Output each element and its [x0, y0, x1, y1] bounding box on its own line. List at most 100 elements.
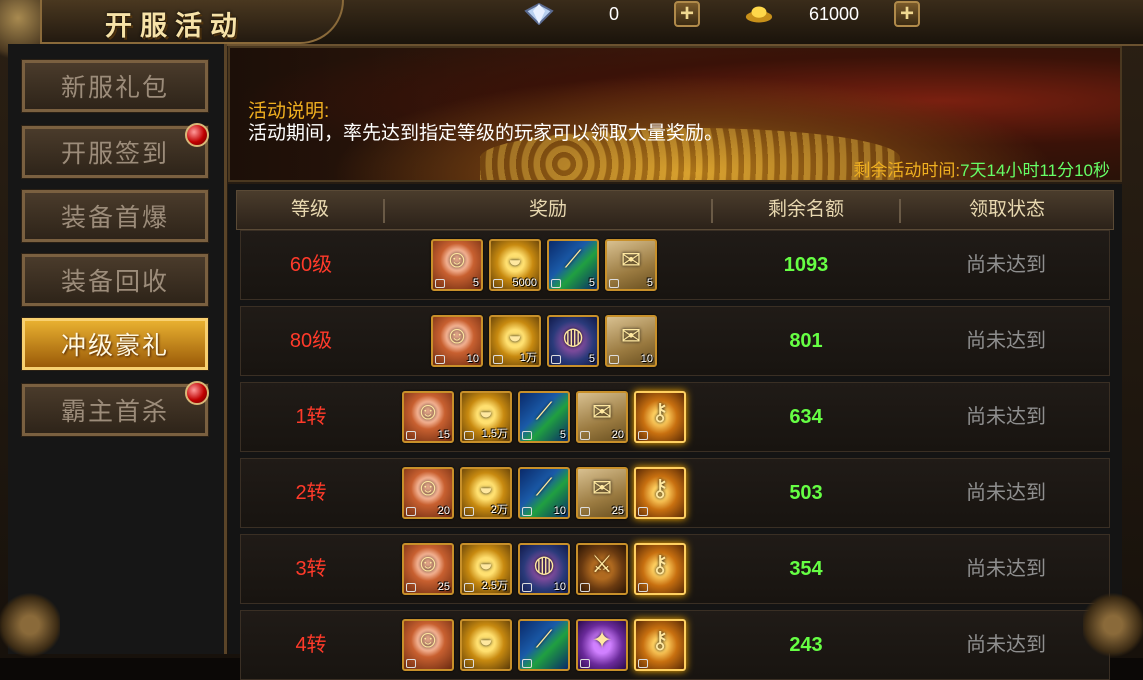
- lock-icon: [551, 279, 561, 288]
- table-row: 80级 ☺ 10 ◒ 1万 ◍ 5 ✉ 10 801 尚未达到: [240, 306, 1110, 376]
- lock-icon: [406, 659, 416, 668]
- reward-item[interactable]: ⚔: [576, 543, 628, 595]
- sidebar-item-first-drop[interactable]: 装备首爆: [21, 189, 209, 243]
- reward-item[interactable]: ◍ 10: [518, 543, 570, 595]
- reward-item[interactable]: ⟋ 10: [518, 467, 570, 519]
- row-remaining-count: 1093: [783, 254, 829, 276]
- reward-item[interactable]: ⚷: [634, 543, 686, 595]
- gold-ingot-icon: ◒: [478, 626, 494, 653]
- reward-item[interactable]: ☺ 5: [431, 239, 483, 291]
- diamond-icon: [524, 2, 554, 26]
- reward-item[interactable]: ⚷: [634, 467, 686, 519]
- reward-item[interactable]: ◍ 5: [547, 315, 599, 367]
- reward-quantity: 1.5万: [481, 428, 508, 440]
- gold-currency: 61000 +: [744, 0, 920, 28]
- row-claim-status[interactable]: 尚未达到: [901, 307, 1111, 375]
- lock-icon: [638, 431, 648, 440]
- reward-item[interactable]: ☺ 25: [402, 543, 454, 595]
- row-claim-status[interactable]: 尚未达到: [901, 611, 1111, 679]
- reward-item[interactable]: ☺ 20: [402, 467, 454, 519]
- row-level: 2转: [295, 482, 327, 504]
- reward-item[interactable]: ◒: [460, 619, 512, 671]
- row-remaining-count: 243: [789, 634, 823, 656]
- row-claim-status[interactable]: 尚未达到: [901, 383, 1111, 451]
- reward-item[interactable]: ◒ 2万: [460, 467, 512, 519]
- reward-item[interactable]: ✉ 10: [605, 315, 657, 367]
- sidebar-item-label: 装备首爆: [60, 204, 169, 232]
- lock-icon: [435, 279, 445, 288]
- reward-item[interactable]: ☺ 15: [402, 391, 454, 443]
- table-row: 4转 ☺ ◒ ⟋ ✦ ⚷ 243 尚未达到: [240, 610, 1110, 680]
- row-level: 80级: [289, 330, 333, 352]
- reward-item[interactable]: ⟋ 5: [518, 391, 570, 443]
- reward-item[interactable]: ◒ 2.5万: [460, 543, 512, 595]
- lock-icon: [493, 279, 503, 288]
- timer-value: 7天14小时11分10秒: [960, 161, 1110, 180]
- header-remaining: 剩余名额: [767, 199, 844, 220]
- add-gold-button[interactable]: +: [894, 1, 920, 27]
- lock-icon: [464, 507, 474, 516]
- header-level: 等级: [290, 199, 329, 220]
- reward-list: ☺ ◒ ⟋ ✦ ⚷: [402, 619, 686, 671]
- reward-quantity: 5: [472, 277, 479, 289]
- reward-quantity: 2.5万: [481, 580, 508, 592]
- activity-timer: 剩余活动时间:7天14小时11分10秒: [853, 156, 1110, 180]
- reward-quantity: 10: [553, 505, 566, 517]
- reward-quantity: 5: [646, 277, 653, 289]
- green-scroll-icon: ⟋: [535, 626, 553, 653]
- lock-icon: [522, 431, 532, 440]
- table-row: 3转 ☺ 25 ◒ 2.5万 ◍ 10 ⚔ ⚷ 354 尚未达到: [240, 534, 1110, 604]
- row-remaining-count: 801: [789, 330, 823, 352]
- reward-quantity: 25: [437, 581, 450, 593]
- notification-dot-icon: [185, 381, 209, 405]
- add-diamond-button[interactable]: +: [674, 1, 700, 27]
- row-claim-status[interactable]: 尚未达到: [901, 231, 1111, 299]
- portrait-icon: ☺: [415, 550, 441, 577]
- row-level: 60级: [289, 254, 333, 276]
- reward-item[interactable]: ✉ 5: [605, 239, 657, 291]
- green-scroll-icon: ⟋: [535, 474, 553, 501]
- sidebar-item-label: 开服签到: [60, 140, 169, 168]
- table-row: 1转 ☺ 15 ◒ 1.5万 ⟋ 5 ✉ 20 ⚷ 634 尚未达到: [240, 382, 1110, 452]
- reward-item[interactable]: ◒ 1万: [489, 315, 541, 367]
- lock-icon: [580, 583, 590, 592]
- sidebar-item-level-rewards[interactable]: 冲级豪礼: [21, 317, 209, 371]
- lock-icon: [464, 431, 474, 440]
- sidebar-item-label: 冲级豪礼: [60, 332, 169, 360]
- reward-item[interactable]: ☺: [402, 619, 454, 671]
- lock-icon: [609, 355, 619, 364]
- timer-label: 剩余活动时间:: [853, 161, 961, 180]
- reward-item[interactable]: ⟋ 5: [547, 239, 599, 291]
- reward-quantity: 15: [437, 429, 450, 441]
- reward-quantity: 5000: [512, 277, 537, 289]
- sidebar-item-new-server-pack[interactable]: 新服礼包: [21, 59, 209, 113]
- map-scroll-icon: ✉: [591, 398, 613, 426]
- activity-banner: 活动说明: 活动期间，率先达到指定等级的玩家可以领取大量奖励。 剩余活动时间:7…: [228, 46, 1122, 182]
- reward-item[interactable]: ✉ 20: [576, 391, 628, 443]
- reward-quantity: 5: [588, 353, 595, 365]
- lock-icon: [551, 355, 561, 364]
- sidebar-item-recycle[interactable]: 装备回收: [21, 253, 209, 307]
- row-remaining-count: 503: [789, 482, 823, 504]
- bag-icon: ◍: [562, 322, 584, 350]
- reward-item[interactable]: ◒ 5000: [489, 239, 541, 291]
- reward-item[interactable]: ✉ 25: [576, 467, 628, 519]
- row-level: 4转: [295, 634, 327, 656]
- reward-list: ☺ 25 ◒ 2.5万 ◍ 10 ⚔ ⚷: [402, 543, 686, 595]
- golden-key-icon: ⚷: [651, 626, 669, 654]
- corner-ornament-icon: [0, 590, 60, 660]
- sidebar-item-boss-kill[interactable]: 霸主首杀: [21, 381, 209, 437]
- table-header: 等级 奖励 剩余名额 领取状态: [236, 190, 1114, 230]
- reward-item[interactable]: ⚷: [634, 391, 686, 443]
- header-rewards: 奖励: [528, 199, 567, 220]
- row-claim-status[interactable]: 尚未达到: [901, 535, 1111, 603]
- sidebar-item-sign-in[interactable]: 开服签到: [21, 123, 209, 179]
- reward-item[interactable]: ⟋: [518, 619, 570, 671]
- reward-item[interactable]: ☺ 10: [431, 315, 483, 367]
- lock-icon: [464, 583, 474, 592]
- lock-icon: [522, 583, 532, 592]
- row-claim-status[interactable]: 尚未达到: [901, 459, 1111, 527]
- reward-item[interactable]: ✦: [576, 619, 628, 671]
- reward-item[interactable]: ◒ 1.5万: [460, 391, 512, 443]
- reward-item[interactable]: ⚷: [634, 619, 686, 671]
